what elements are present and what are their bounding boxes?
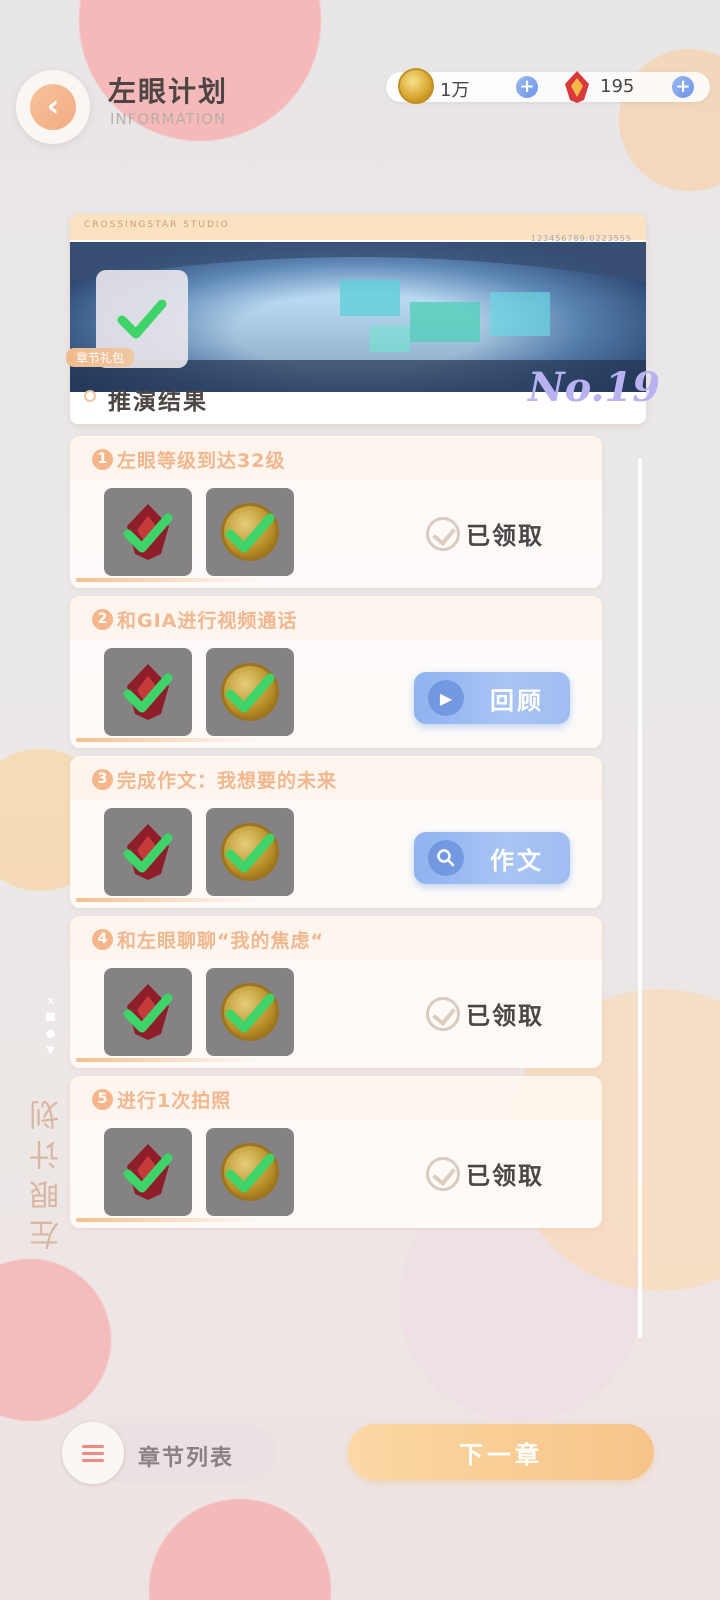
reward-gem[interactable]: [104, 488, 192, 576]
banner-studio-text: CROSSINGSTAR STUDIO: [84, 220, 230, 230]
task-title: 左眼等级到达32级: [117, 450, 286, 472]
side-decoration-dots: ▲●■✕: [44, 990, 57, 1058]
check-icon: [123, 513, 173, 553]
reward-gem[interactable]: [104, 1128, 192, 1216]
task-number: 1: [92, 449, 113, 470]
claimed-status: 已领取: [426, 1156, 544, 1191]
task-card-3: 3 完成作文：我想要的未来 作文: [70, 756, 602, 908]
chapter-list-label: 章节列表: [138, 1446, 235, 1471]
task-card-4: 4 和左眼聊聊“我的焦虑“ 已领取: [70, 916, 602, 1068]
result-title: 推演结果: [108, 389, 208, 415]
claimed-status: 已领取: [426, 996, 544, 1031]
essay-label: 作文: [490, 846, 544, 875]
task-number: 2: [92, 609, 113, 630]
page-subtitle: INFORMATION: [110, 110, 227, 128]
task-title: 完成作文：我想要的未来: [117, 770, 338, 792]
review-button[interactable]: ▶ 回顾: [414, 672, 570, 724]
check-icon: [225, 673, 275, 713]
side-vertical-label: 左眼计划: [30, 1090, 65, 1250]
claimed-check-icon: [426, 516, 460, 551]
task-number: 3: [92, 769, 113, 790]
task-number: 5: [92, 1089, 113, 1110]
gem-icon: [565, 71, 589, 103]
magnifier-icon: [437, 849, 455, 867]
reward-coin[interactable]: [206, 808, 294, 896]
check-icon: [123, 673, 173, 713]
claimed-label: 已领取: [466, 1162, 544, 1190]
gem-amount: 195: [600, 76, 635, 97]
claimed-check-icon: [426, 1156, 460, 1191]
task-title: 和左眼聊聊“我的焦虑“: [117, 930, 324, 952]
check-icon: [225, 993, 275, 1033]
essay-button[interactable]: 作文: [414, 832, 570, 884]
search-icon: [428, 840, 464, 876]
reward-coin[interactable]: [206, 968, 294, 1056]
reward-coin[interactable]: [206, 648, 294, 736]
reward-coin[interactable]: [206, 1128, 294, 1216]
reward-gem[interactable]: [104, 648, 192, 736]
task-title: 和GIA进行视频通话: [117, 610, 298, 632]
reward-gem[interactable]: [104, 808, 192, 896]
coin-amount: 1万: [440, 80, 470, 101]
task-title: 进行1次拍照: [117, 1090, 232, 1112]
task-card-5: 5 进行1次拍照 已领取: [70, 1076, 602, 1228]
check-icon: [225, 1153, 275, 1193]
check-icon: [225, 833, 275, 873]
play-icon: ▶: [428, 680, 464, 716]
gift-label: 章节礼包: [66, 348, 135, 367]
next-chapter-button[interactable]: 下一章: [348, 1424, 654, 1480]
add-gem-button[interactable]: +: [672, 76, 694, 98]
review-label: 回顾: [490, 686, 544, 715]
task-number: 4: [92, 929, 113, 950]
task-card-1: 1 左眼等级到达32级 已领取: [70, 436, 602, 588]
reward-gem[interactable]: [104, 968, 192, 1056]
result-dot-icon: [84, 390, 96, 402]
check-icon: [117, 299, 167, 339]
claimed-check-icon: [426, 996, 460, 1031]
coin-icon: [398, 68, 434, 104]
claimed-status: 已领取: [426, 516, 544, 551]
add-coin-button[interactable]: +: [516, 76, 538, 98]
check-icon: [123, 1153, 173, 1193]
reward-coin[interactable]: [206, 488, 294, 576]
claimed-label: 已领取: [466, 522, 544, 550]
back-arrow-icon: ‹: [30, 84, 76, 130]
check-icon: [123, 993, 173, 1033]
list-icon[interactable]: [62, 1422, 124, 1484]
back-button[interactable]: ‹: [16, 70, 90, 144]
claimed-label: 已领取: [466, 1002, 544, 1030]
currency-bar: [386, 72, 710, 102]
check-icon: [225, 513, 275, 553]
scrollbar[interactable]: [638, 458, 642, 1338]
task-card-2: 2 和GIA进行视频通话 ▶ 回顾: [70, 596, 602, 748]
chapter-number: No.19: [528, 364, 661, 411]
check-icon: [123, 833, 173, 873]
next-chapter-label: 下一章: [459, 1440, 543, 1469]
page-title: 左眼计划: [108, 75, 229, 108]
